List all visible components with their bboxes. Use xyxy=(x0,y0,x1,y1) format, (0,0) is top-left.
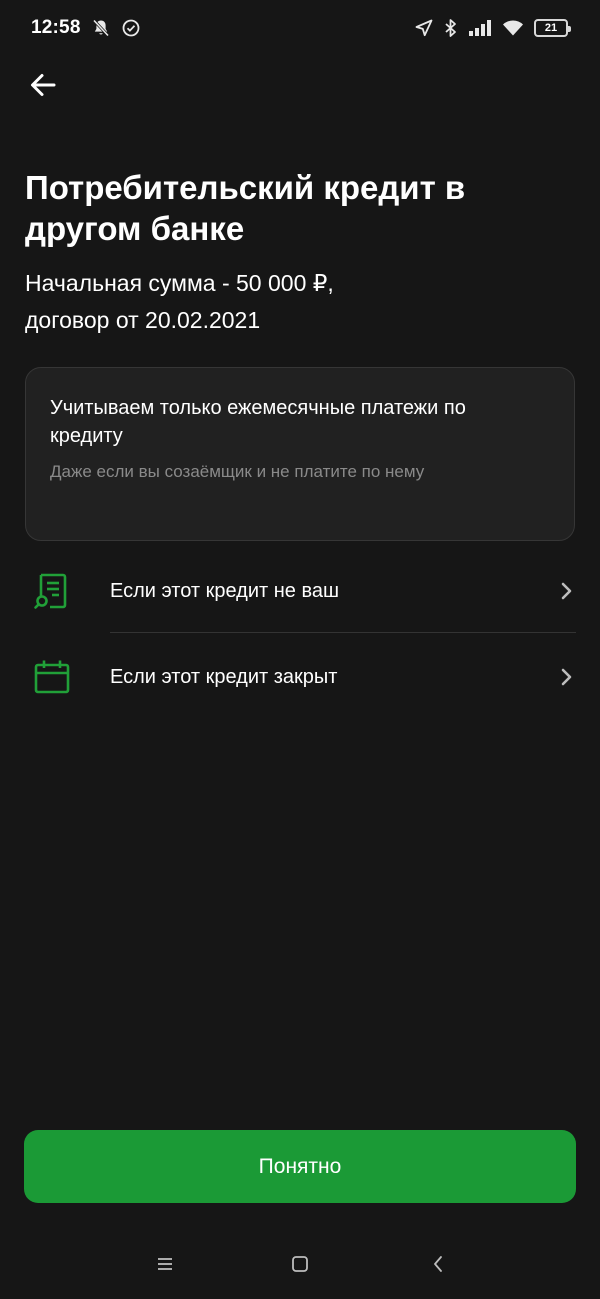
system-nav-bar xyxy=(0,1236,600,1292)
understood-button[interactable]: Понятно xyxy=(24,1130,576,1203)
status-bar: 12:58 21 xyxy=(0,0,600,56)
status-time: 12:58 xyxy=(31,17,81,38)
screen: 12:58 21 Потребительский кредит в другом… xyxy=(0,0,600,1299)
arrow-left-icon xyxy=(31,74,56,96)
list-item-closed[interactable]: Если этот кредит закрыт xyxy=(0,634,600,720)
list-divider xyxy=(110,632,576,633)
location-icon xyxy=(414,18,434,38)
loan-amount: Начальная сумма - 50 000 ₽, xyxy=(25,270,334,296)
chevron-right-icon xyxy=(556,581,576,601)
page-title: Потребительский кредит в другом банке xyxy=(25,169,466,247)
chevron-right-icon xyxy=(556,667,576,687)
document-search-icon xyxy=(31,570,73,612)
home-square-icon[interactable] xyxy=(285,1249,315,1279)
info-card: Учитываем только ежемесячные платежи по … xyxy=(25,367,575,541)
list-item-not-mine[interactable]: Если этот кредит не ваш xyxy=(0,548,600,634)
loan-details: Начальная сумма - 50 000 ₽, договор от 2… xyxy=(25,265,575,339)
list-item-label: Если этот кредит не ваш xyxy=(110,579,340,602)
check-circle-icon xyxy=(121,18,141,38)
battery-icon: 21 xyxy=(534,19,571,37)
bell-off-icon xyxy=(91,18,111,38)
loan-contract-date: договор от 20.02.2021 xyxy=(25,307,261,333)
bluetooth-icon xyxy=(444,18,458,38)
list-item-label: Если этот кредит закрыт xyxy=(110,665,338,688)
signal-icon xyxy=(468,19,492,37)
status-bar-right: 21 xyxy=(414,18,571,38)
wifi-icon xyxy=(502,19,524,37)
back-chevron-icon[interactable] xyxy=(423,1249,453,1279)
back-button[interactable] xyxy=(24,66,62,104)
status-bar-left: 12:58 xyxy=(31,17,141,39)
info-card-title: Учитываем только ежемесячные платежи по … xyxy=(50,397,466,447)
calendar-icon xyxy=(31,656,73,698)
menu-icon[interactable] xyxy=(150,1249,180,1279)
info-card-note: Даже если вы созаёмщик и не платите по н… xyxy=(50,462,425,481)
